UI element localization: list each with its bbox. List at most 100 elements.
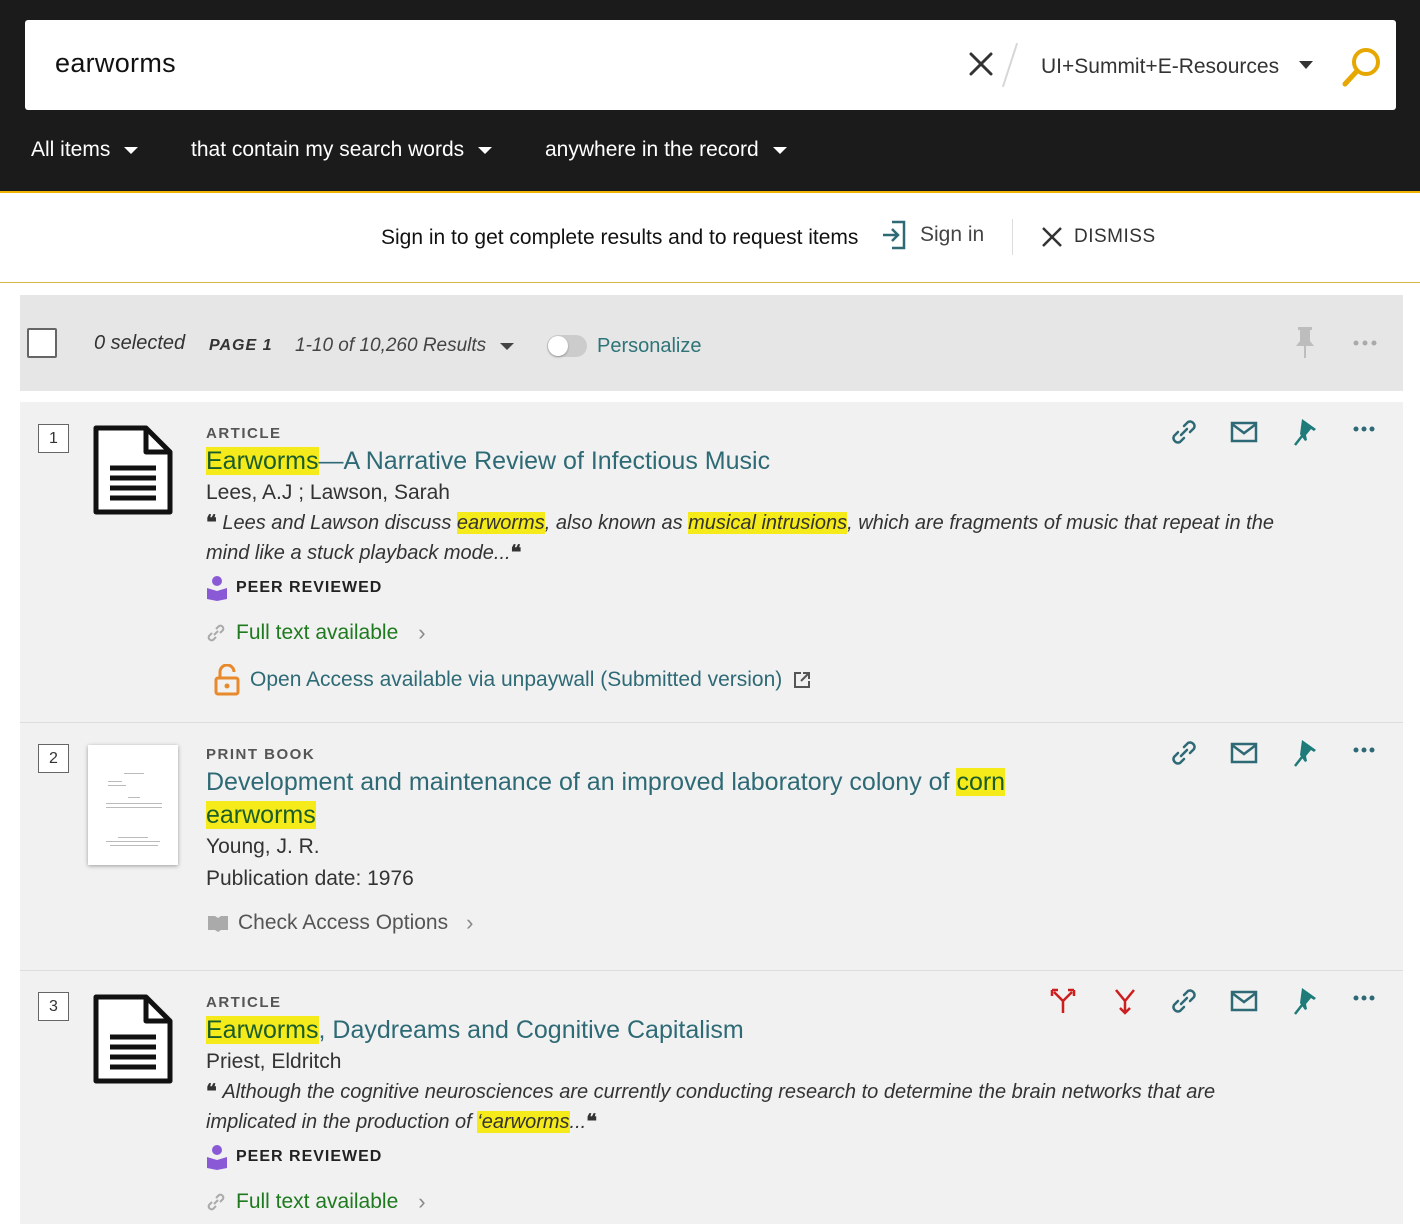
result-number[interactable]: 2 (38, 744, 69, 773)
chain-link-icon (207, 624, 225, 642)
thumb-line (108, 781, 122, 782)
peer-reviewed-icon (207, 576, 227, 601)
open-quote-icon: ❝ (206, 512, 223, 534)
book-icon (208, 916, 228, 932)
oa-link-label: Open Access (250, 668, 374, 691)
oa-rest-label: available via unpaywall (Submitted versi… (373, 668, 783, 691)
caret-down-icon (124, 146, 139, 154)
toggle-knob (548, 336, 568, 356)
more-icon[interactable] (1352, 994, 1376, 1002)
link-icon[interactable] (1170, 987, 1198, 1015)
result-title[interactable]: Earworms—A Narrative Review of Infectiou… (206, 445, 770, 478)
sign-in-icon (883, 220, 906, 250)
clear-icon[interactable] (967, 50, 995, 78)
title-highlight: Earworms (206, 1016, 319, 1044)
pin-icon[interactable] (1295, 325, 1315, 361)
select-all-checkbox[interactable] (27, 328, 57, 358)
link-icon[interactable] (1170, 739, 1198, 767)
close-quote-icon: ❝ (586, 1111, 597, 1133)
result-type: PRINT BOOK (206, 746, 316, 763)
citing-icon[interactable] (1112, 987, 1138, 1015)
open-quote-icon: ❝ (206, 1081, 223, 1103)
fulltext-link[interactable]: Full text available › (206, 620, 426, 646)
result-authors: Lees, A.J ; Lawson, Sarah (206, 481, 450, 504)
chain-link-icon (207, 1193, 225, 1211)
scope-select[interactable]: UI+Summit+E-Resources (1041, 55, 1279, 79)
thumb-line (128, 797, 140, 798)
caret-down-icon (772, 146, 787, 154)
result-number[interactable]: 3 (38, 992, 69, 1021)
title-highlight: Earworms (206, 447, 319, 475)
thumb-line (124, 773, 144, 774)
close-quote-icon: ❝ (510, 542, 522, 564)
snippet-text: ... (569, 1111, 587, 1133)
email-icon[interactable] (1230, 742, 1258, 764)
close-icon (1042, 227, 1062, 247)
oa-text: Open Access available via unpaywall (Sub… (250, 668, 782, 692)
filter-field-dropdown[interactable]: anywhere in the record (545, 138, 787, 162)
email-icon[interactable] (1230, 421, 1258, 443)
open-access-link[interactable]: Open Access available via unpaywall (Sub… (214, 664, 812, 696)
personalize-toggle[interactable] (547, 335, 587, 357)
result-title[interactable]: Earworms, Daydreams and Cognitive Capita… (206, 1014, 744, 1047)
thumb-line (106, 807, 162, 808)
result-title[interactable]: Development and maintenance of an improv… (206, 766, 1206, 832)
peer-reviewed-badge: PEER REVIEWED (206, 575, 382, 601)
title-text: —A Narrative Review of Infectious Music (318, 447, 771, 475)
thumb-line (110, 845, 158, 846)
document-icon (93, 425, 173, 515)
pin-icon[interactable] (1292, 738, 1318, 768)
snippet-text: Although the cognitive neurosciences are… (206, 1081, 1216, 1133)
peer-reviewed-label: PEER REVIEWED (236, 579, 383, 596)
thumb-line (118, 837, 148, 838)
result-item: 3 ARTICLE Earworms, Daydreams and Cognit… (20, 971, 1403, 1224)
results-toolbar: 0 selected PAGE 1 1-10 of 10,260 Results… (20, 295, 1403, 391)
filter-items-dropdown[interactable]: All items (31, 138, 139, 162)
more-icon[interactable] (1352, 339, 1378, 347)
filter-match-label: that contain my search words (191, 138, 465, 161)
caret-down-icon (500, 342, 515, 350)
open-lock-icon (214, 664, 240, 696)
pin-icon[interactable] (1292, 417, 1318, 447)
search-header: earworms UI+Summit+E-Resources All items… (0, 0, 1420, 193)
personalize-label[interactable]: Personalize (597, 335, 702, 358)
filter-field-label: anywhere in the record (545, 138, 759, 161)
pin-icon[interactable] (1292, 986, 1318, 1016)
dismiss-button[interactable]: DISMISS (1040, 225, 1156, 249)
result-number[interactable]: 1 (38, 424, 69, 453)
email-icon[interactable] (1230, 990, 1258, 1012)
chevron-right-icon: › (418, 1189, 426, 1214)
result-type: ARTICLE (206, 425, 282, 442)
fulltext-link[interactable]: Full text available › (206, 1189, 426, 1215)
check-access-label: Check Access Options (238, 911, 449, 934)
more-icon[interactable] (1352, 746, 1376, 754)
caret-down-icon (478, 146, 493, 154)
results-count-label: 1-10 of 10,260 Results (295, 335, 487, 356)
result-snippet: ❝ Although the cognitive neurosciences a… (206, 1077, 1306, 1137)
search-icon[interactable] (1340, 45, 1384, 89)
search-input[interactable]: earworms (55, 48, 176, 79)
more-icon[interactable] (1352, 425, 1376, 433)
dismiss-label: DISMISS (1074, 226, 1156, 247)
caret-down-icon[interactable] (1298, 60, 1314, 70)
signin-message: Sign in to get complete results and to r… (381, 226, 859, 249)
filter-match-dropdown[interactable]: that contain my search words (191, 138, 493, 162)
signin-button[interactable]: Sign in (880, 219, 984, 251)
selected-count: 0 selected (94, 332, 186, 354)
check-access-link[interactable]: Check Access Options › (206, 910, 473, 936)
search-box[interactable]: earworms UI+Summit+E-Resources (25, 20, 1396, 110)
title-text: , Daydreams and Cognitive Capitalism (318, 1016, 744, 1044)
result-item: 1 ARTICLE Earworms—A Narrative Review of… (20, 402, 1403, 722)
results-count-dropdown[interactable]: 1-10 of 10,260 Results (295, 335, 515, 357)
signin-label: Sign in (920, 223, 985, 246)
result-type: ARTICLE (206, 994, 282, 1011)
book-cover-thumbnail[interactable] (88, 745, 178, 865)
thumb-line (108, 785, 126, 786)
link-icon[interactable] (1170, 418, 1198, 446)
document-icon (93, 994, 173, 1084)
result-snippet: ❝ Lees and Lawson discuss earworms, also… (206, 508, 1306, 568)
cited-by-icon[interactable] (1050, 987, 1076, 1015)
fulltext-label: Full text available (236, 1190, 399, 1213)
chevron-right-icon: › (418, 620, 426, 645)
peer-reviewed-badge: PEER REVIEWED (206, 1144, 382, 1170)
